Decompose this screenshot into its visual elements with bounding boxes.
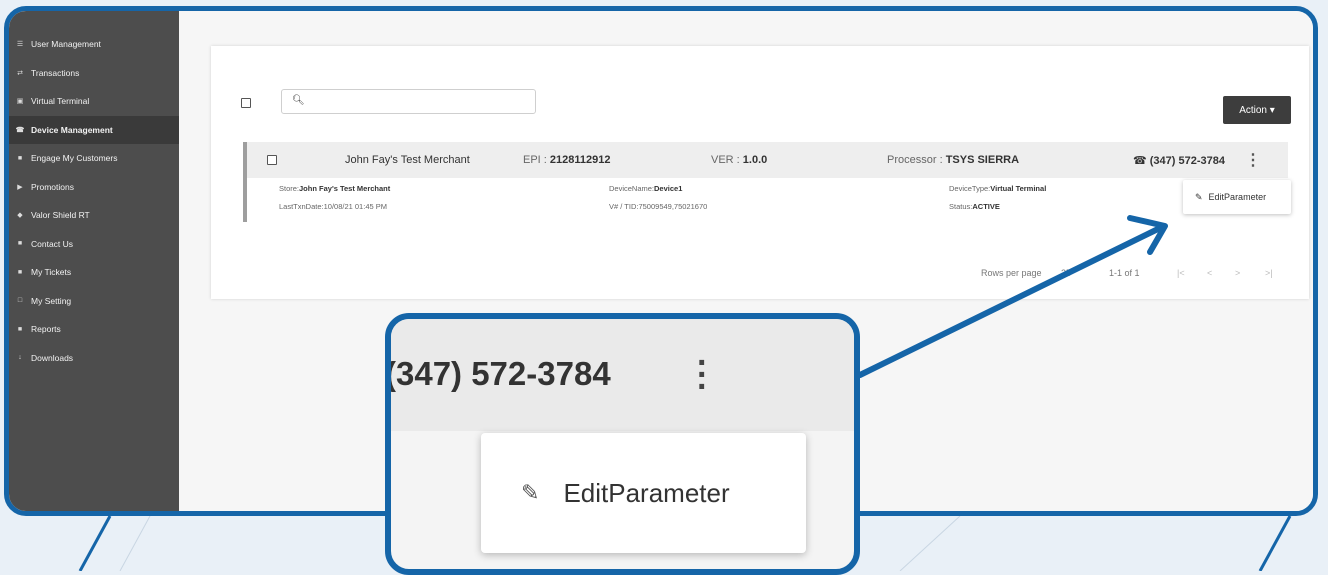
status-field: Status:ACTIVE: [949, 202, 1000, 211]
sidebar-item-label: Transactions: [31, 67, 80, 78]
zoom-more-options-icon[interactable]: · · ·: [697, 346, 708, 404]
pencil-icon: ✎︎: [1195, 191, 1203, 202]
reports-icon: ■: [17, 325, 23, 333]
device-type-field: DeviceType:Virtual Terminal: [949, 184, 1046, 193]
sidebar-item-label: Reports: [31, 324, 61, 335]
sidebar-item-my-tickets[interactable]: ■ My Tickets: [9, 258, 179, 287]
device-icon: ☎: [15, 126, 25, 134]
sidebar-item-contact-us[interactable]: ■ Contact Us: [9, 230, 179, 259]
epi-label: EPI :: [523, 154, 550, 166]
device-name-field: DeviceName:Device1: [609, 184, 682, 193]
store-field: Store:John Fay's Test Merchant: [279, 184, 390, 193]
device-row-detail: Store:John Fay's Test Merchant DeviceNam…: [243, 178, 1288, 222]
vtid-value: 75009549,75021670: [638, 202, 708, 211]
sidebar-item-label: Valor Shield RT: [31, 210, 90, 221]
prev-page-button[interactable]: <: [1207, 268, 1212, 278]
contact-icon: ■: [17, 240, 23, 248]
download-icon: ↓: [18, 354, 22, 362]
rows-per-page-select[interactable]: 25: [1061, 268, 1071, 278]
promotions-icon: ▶: [17, 183, 23, 191]
zoom-edit-parameter-menu-item[interactable]: ✎︎ EditParameter: [481, 433, 806, 553]
zoom-phone-number: (347) 572-3784: [385, 355, 611, 392]
sidebar-item-promotions[interactable]: ▶ Promotions: [9, 173, 179, 202]
sidebar-item-label: Engage My Customers: [31, 153, 118, 164]
epi-field: EPI : 2128112912: [523, 154, 610, 166]
search-icon: 🔍︎: [292, 95, 305, 106]
device-type-label: DeviceType:: [949, 184, 991, 193]
sidebar-item-label: Promotions: [31, 181, 74, 192]
phone-number: (347) 572-3784: [1149, 155, 1225, 167]
action-button[interactable]: Action ▾: [1223, 96, 1291, 124]
sidebar-item-device-management[interactable]: ☎ Device Management: [9, 115, 179, 144]
phone-field: ☎︎ (347) 572-3784: [1133, 154, 1225, 167]
ticket-icon: ■: [17, 268, 23, 276]
sidebar-item-label: Downloads: [31, 352, 74, 363]
merchant-name: John Fay's Test Merchant: [345, 154, 470, 166]
transactions-icon: ⇄: [17, 69, 23, 77]
search-input[interactable]: 🔍︎: [281, 89, 536, 114]
vtid-label: V# / TID:: [609, 202, 639, 211]
sidebar-item-reports[interactable]: ■ Reports: [9, 315, 179, 344]
vtid-field: V# / TID:75009549,75021670: [609, 202, 707, 211]
processor-label: Processor :: [887, 154, 946, 166]
last-page-button[interactable]: >|: [1265, 268, 1273, 278]
ver-value: 1.0.0: [742, 154, 768, 166]
phone-icon: ☎︎: [1133, 155, 1150, 167]
zoom-callout: (347) 572-3784 · · · ✎︎ EditParameter: [385, 313, 860, 575]
sidebar-item-user-management[interactable]: ☰ User Management: [9, 30, 179, 59]
sidebar-item-label: My Setting: [31, 295, 72, 306]
first-page-button[interactable]: |<: [1177, 268, 1185, 278]
last-txn-label: LastTxnDate:: [279, 202, 324, 211]
sidebar: ☰ User Management ⇄ Transactions ▣ Virtual Te…: [9, 11, 179, 511]
status-label: Status:: [949, 202, 973, 211]
more-options-icon[interactable]: ⋮: [1245, 150, 1261, 170]
users-icon: ☰: [16, 41, 24, 49]
sidebar-item-label: User Management: [31, 39, 101, 50]
zoom-edit-parameter-label: EditParameter: [563, 477, 730, 508]
sidebar-item-engage-my-customers[interactable]: ■ Engage My Customers: [9, 144, 179, 173]
sidebar-item-my-setting[interactable]: □ My Setting: [9, 287, 179, 316]
device-list-card: 🔍︎ Action ▾ John Fay's Test Merchant EPI…: [211, 46, 1309, 299]
next-page-button[interactable]: >: [1235, 268, 1240, 278]
sidebar-item-label: My Tickets: [31, 267, 72, 278]
zoom-pencil-icon: ✎︎: [521, 480, 540, 505]
shield-icon: ◆: [17, 212, 23, 220]
last-txn-field: LastTxnDate:10/08/21 01:45 PM: [279, 202, 387, 211]
terminal-icon: ▣: [16, 98, 24, 106]
sidebar-item-valor-shield-rt[interactable]: ◆ Valor Shield RT: [9, 201, 179, 230]
device-type-value: Virtual Terminal: [990, 184, 1047, 193]
settings-icon: □: [17, 297, 23, 305]
row-checkbox[interactable]: [267, 155, 277, 165]
ver-field: VER : 1.0.0: [711, 154, 767, 166]
ver-label: VER :: [711, 154, 743, 166]
sidebar-item-transactions[interactable]: ⇄ Transactions: [9, 59, 179, 88]
store-label: Store:: [279, 184, 300, 193]
sidebar-item-downloads[interactable]: ↓ Downloads: [9, 344, 179, 373]
engage-icon: ■: [17, 154, 23, 162]
sidebar-item-virtual-terminal[interactable]: ▣ Virtual Terminal: [9, 87, 179, 116]
device-row-header[interactable]: John Fay's Test Merchant EPI : 212811291…: [243, 142, 1288, 178]
rows-per-page-label: Rows per page: [981, 268, 1042, 278]
sidebar-item-label: Device Management: [31, 124, 113, 135]
device-name-value: Device1: [654, 184, 683, 193]
last-txn-value: 10/08/21 01:45 PM: [323, 202, 387, 211]
select-all-checkbox[interactable]: [241, 98, 251, 108]
sidebar-item-label: Contact Us: [31, 238, 74, 249]
pagination-range: 1-1 of 1: [1109, 268, 1140, 278]
status-value: ACTIVE: [972, 202, 1000, 211]
edit-parameter-label: EditParameter: [1208, 192, 1267, 202]
sidebar-item-label: Virtual Terminal: [31, 96, 90, 107]
epi-value: 2128112912: [549, 154, 611, 166]
processor-field: Processor : TSYS SIERRA: [887, 154, 1019, 166]
edit-parameter-menu-item[interactable]: ✎︎ EditParameter: [1183, 180, 1291, 214]
store-value: John Fay's Test Merchant: [299, 184, 391, 193]
processor-value: TSYS SIERRA: [945, 154, 1020, 166]
device-name-label: DeviceName:: [609, 184, 655, 193]
